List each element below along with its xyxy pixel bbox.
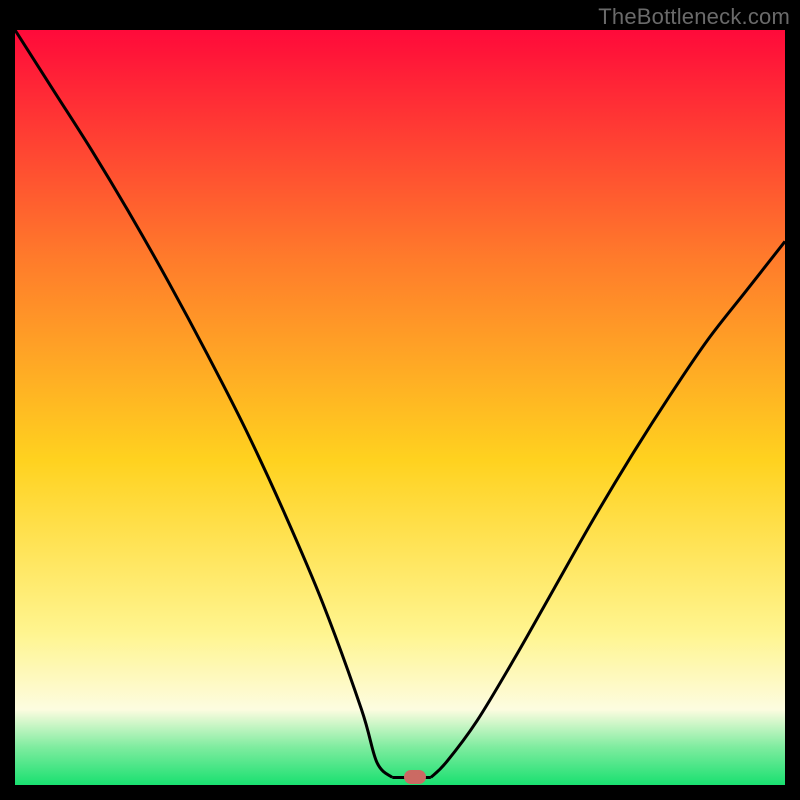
optimum-marker [404,770,426,784]
gradient-background [15,30,785,785]
attribution-text: TheBottleneck.com [598,4,790,30]
plot-area [15,30,785,785]
chart-frame: TheBottleneck.com [0,0,800,800]
chart-svg [15,30,785,785]
